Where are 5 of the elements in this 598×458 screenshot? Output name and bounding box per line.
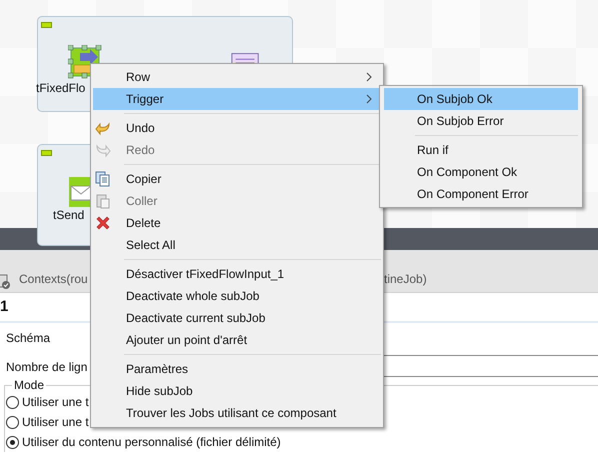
component-label: tFixedFlo: [36, 81, 86, 95]
field-label: Nombre de lign: [6, 360, 88, 374]
field-label: Schéma: [6, 330, 50, 344]
component-label: tSend: [53, 208, 84, 222]
group-title: Mode: [12, 378, 46, 392]
